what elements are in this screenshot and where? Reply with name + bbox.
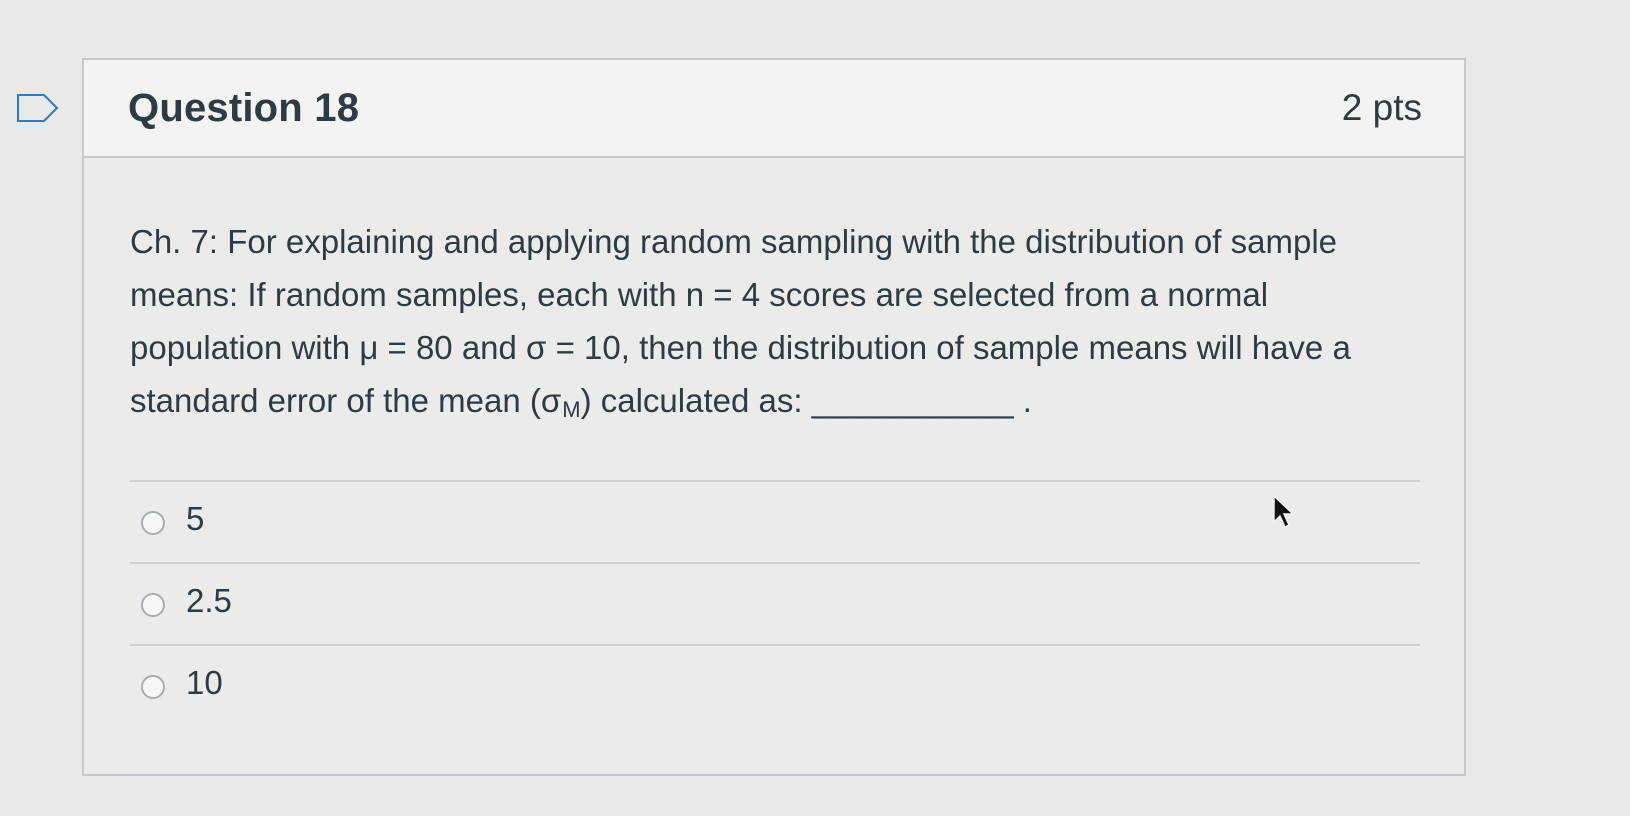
- question-card: Question 18 2 pts Ch. 7: For explaining …: [82, 58, 1466, 776]
- question-points: 2 pts: [1341, 87, 1422, 128]
- radio-button-1[interactable]: [141, 511, 165, 535]
- question-text-outro: ) calculated as: ___________ .: [580, 382, 1032, 419]
- question-header: Question 18 2 pts: [84, 60, 1464, 158]
- question-text-subscript: M: [562, 397, 581, 422]
- question-title: Question 18: [128, 86, 360, 130]
- radio-button-2[interactable]: [141, 593, 165, 617]
- mouse-pointer-icon: [1272, 494, 1296, 530]
- answer-label-2: 2.5: [186, 582, 232, 619]
- radio-button-3[interactable]: [141, 675, 165, 699]
- answer-label-3: 10: [186, 664, 223, 701]
- answer-option-1[interactable]: 5: [130, 480, 1420, 562]
- answer-option-2[interactable]: 2.5: [130, 562, 1420, 644]
- answer-label-1: 5: [186, 500, 205, 537]
- question-text: Ch. 7: For explaining and applying rando…: [130, 215, 1420, 436]
- answer-option-3[interactable]: 10: [130, 644, 1420, 726]
- flag-question-icon[interactable]: [14, 90, 62, 126]
- answer-list: 5 2.5 10: [130, 480, 1420, 726]
